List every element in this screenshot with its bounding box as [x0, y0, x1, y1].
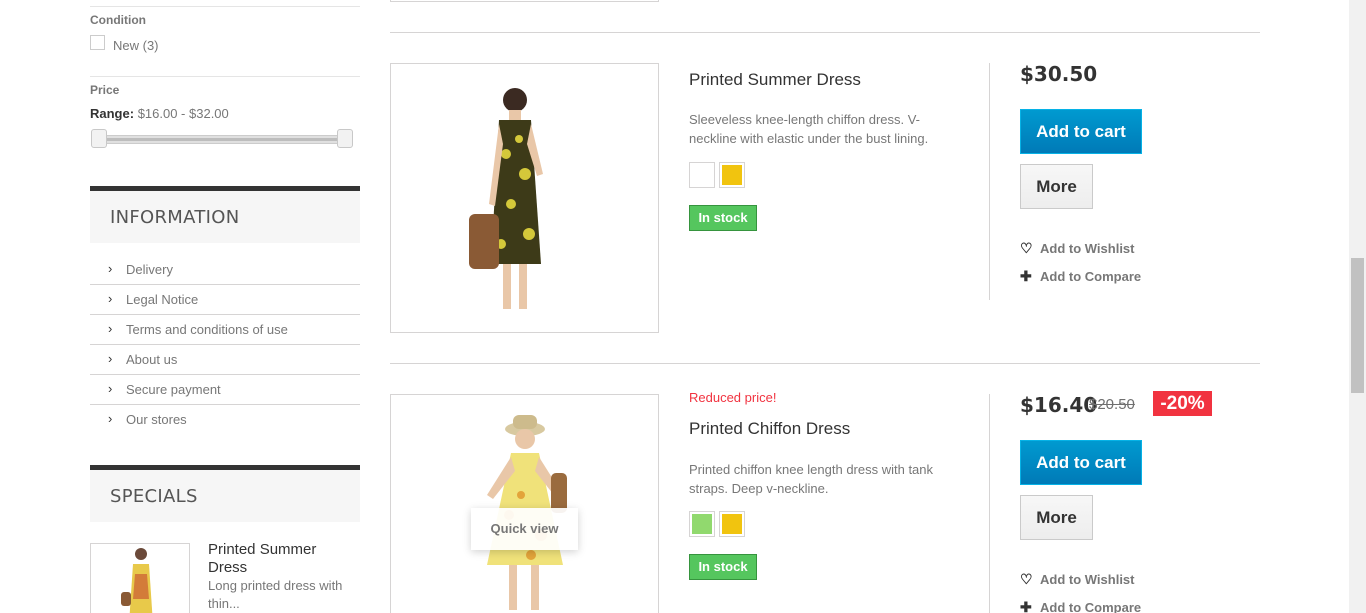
plus-icon: ✚: [1020, 268, 1032, 284]
price-filter-title: Price: [90, 83, 120, 97]
more-button[interactable]: More: [1020, 495, 1093, 540]
filter-divider: [90, 76, 360, 77]
condition-new-checkbox[interactable]: [90, 35, 105, 50]
old-price: $20.50: [1089, 396, 1135, 413]
add-to-cart-button[interactable]: Add to cart: [1020, 440, 1142, 485]
special-product-desc: Long printed dress with thin...: [208, 578, 343, 611]
column-divider: [989, 63, 990, 300]
add-to-wishlist-link[interactable]: ♡ Add to Wishlist: [1020, 571, 1135, 588]
chevron-right-icon: ›: [108, 351, 113, 366]
color-swatch-yellow[interactable]: [719, 162, 745, 188]
discount-badge: -20%: [1153, 391, 1212, 416]
product-divider: [390, 363, 1260, 364]
color-swatch-white[interactable]: [689, 162, 715, 188]
scrollbar-thumb[interactable]: [1351, 258, 1364, 393]
condition-filter-title: Condition: [90, 13, 146, 27]
chevron-right-icon: ›: [108, 381, 113, 396]
condition-new-label[interactable]: New (3): [113, 38, 159, 53]
product-description: Printed chiffon knee length dress with t…: [689, 462, 934, 496]
product-image[interactable]: [390, 63, 659, 333]
column-divider: [989, 394, 990, 613]
information-list: › Delivery › Legal Notice › Terms and condi…: [90, 255, 360, 435]
previous-product-image-edge: [390, 0, 659, 2]
stock-badge: In stock: [689, 554, 757, 580]
add-to-wishlist-link[interactable]: ♡ Add to Wishlist: [1020, 240, 1135, 257]
chevron-right-icon: ›: [108, 261, 113, 276]
information-block-title: INFORMATION: [90, 186, 360, 243]
chevron-right-icon: ›: [108, 291, 113, 306]
information-item[interactable]: › Secure payment: [90, 375, 360, 405]
product-divider: [390, 32, 1260, 33]
chevron-right-icon: ›: [108, 411, 113, 426]
information-item[interactable]: › Delivery: [90, 255, 360, 285]
product-price: $16.40: [1020, 393, 1098, 417]
color-swatch-yellow[interactable]: [719, 511, 745, 537]
reduced-price-label: Reduced price!: [689, 390, 777, 405]
add-to-compare-link[interactable]: ✚ Add to Compare: [1020, 268, 1141, 285]
add-to-cart-button[interactable]: Add to cart: [1020, 109, 1142, 154]
plus-icon: ✚: [1020, 599, 1032, 613]
product-price: $30.50: [1020, 62, 1098, 86]
page-scrollbar[interactable]: [1349, 0, 1366, 613]
special-product-name[interactable]: Printed Summer Dress: [208, 541, 348, 577]
information-item[interactable]: › Legal Notice: [90, 285, 360, 315]
filter-divider: [90, 6, 360, 7]
price-slider-min-handle[interactable]: [91, 129, 107, 148]
add-to-compare-link[interactable]: ✚ Add to Compare: [1020, 599, 1141, 613]
stock-badge: In stock: [689, 205, 757, 231]
price-slider-max-handle[interactable]: [337, 129, 353, 148]
price-range-text: Range: $16.00 - $32.00: [90, 106, 229, 121]
heart-icon: ♡: [1020, 240, 1033, 256]
quick-view-button[interactable]: Quick view: [471, 508, 578, 550]
product-image[interactable]: [390, 394, 659, 613]
chevron-right-icon: ›: [108, 321, 113, 336]
product-name[interactable]: Printed Chiffon Dress: [689, 419, 850, 439]
product-name[interactable]: Printed Summer Dress: [689, 70, 861, 90]
information-item[interactable]: › Our stores: [90, 405, 360, 435]
information-item[interactable]: › Terms and conditions of use: [90, 315, 360, 345]
specials-block-title: SPECIALS: [90, 465, 360, 522]
information-item[interactable]: › About us: [90, 345, 360, 375]
heart-icon: ♡: [1020, 571, 1033, 587]
price-slider-track[interactable]: [98, 135, 346, 144]
product-description: Sleeveless knee-length chiffon dress. V-…: [689, 112, 929, 146]
special-product-image[interactable]: [90, 543, 190, 613]
more-button[interactable]: More: [1020, 164, 1093, 209]
color-swatch-green[interactable]: [689, 511, 715, 537]
